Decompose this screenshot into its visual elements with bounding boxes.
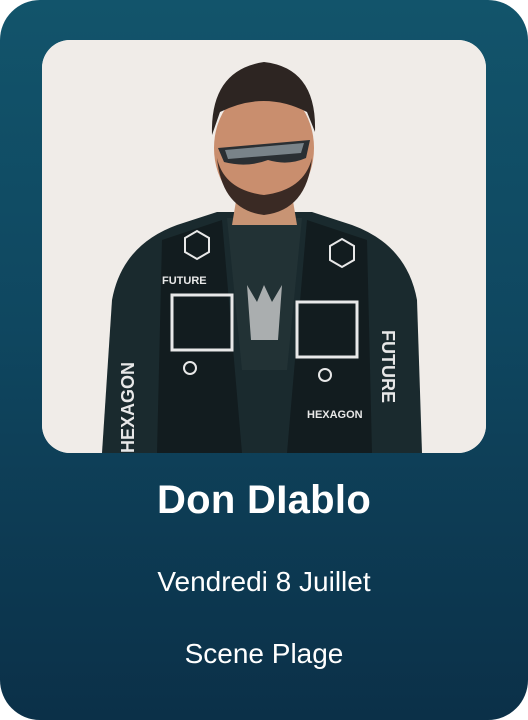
artist-illustration: FUTURE HEXAGON HEXAGON FUTURE: [42, 40, 486, 453]
event-date: Vendredi 8 Juillet: [157, 566, 371, 597]
artist-card[interactable]: FUTURE HEXAGON HEXAGON FUTURE Don DIablo…: [0, 0, 528, 720]
artist-name: Don DIablo: [156, 478, 372, 522]
artist-photo: FUTURE HEXAGON HEXAGON FUTURE: [42, 40, 486, 453]
garment-text-future-sleeve: FUTURE: [378, 330, 398, 403]
garment-text-hexagon-sleeve: HEXAGON: [118, 362, 138, 453]
garment-text-hexagon-chest: HEXAGON: [307, 409, 363, 421]
garment-text-future: FUTURE: [162, 275, 207, 287]
stage-name: Scene Plage: [184, 638, 344, 669]
